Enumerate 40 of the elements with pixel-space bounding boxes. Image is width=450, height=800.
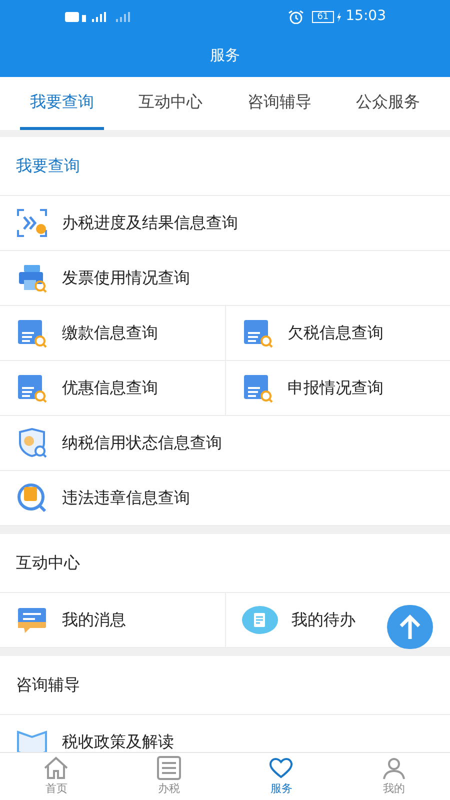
list-icon [156, 756, 182, 780]
section-title: 互动中心 [16, 552, 80, 574]
nav-tab[interactable]: 首页 [0, 753, 112, 800]
section-title: 咨询辅导 [16, 674, 80, 696]
battery-level: 61 [312, 10, 334, 22]
service-item[interactable]: 税收政策及解读 [0, 715, 450, 752]
service-item[interactable]: 违法违章信息查询 [0, 471, 450, 525]
document-search-icon [16, 317, 48, 349]
service-item[interactable]: 缴款信息查询 [0, 306, 224, 360]
clock-time: 15:03 [346, 7, 386, 26]
service-item[interactable]: 优惠信息查询 [0, 361, 224, 415]
person-icon [380, 756, 407, 780]
document-search-icon [242, 317, 274, 349]
nav-tab[interactable]: 我的 [338, 753, 450, 800]
service-item[interactable]: 我的消息 [0, 593, 224, 647]
service-item[interactable]: 申报情况查询 [224, 361, 450, 415]
section-title: 我要查询 [16, 155, 80, 177]
service-item[interactable]: 纳税信用状态信息查询 [0, 416, 450, 470]
shield-search-icon [16, 427, 48, 459]
home-icon [43, 756, 70, 780]
todo-icon [242, 606, 278, 634]
nav-tab[interactable]: 办税 [112, 753, 225, 800]
service-item[interactable]: 发票使用情况查询 [0, 251, 450, 305]
tab[interactable]: 公众服务 [346, 77, 430, 130]
nav-tab[interactable]: 服务 [225, 753, 338, 800]
tab[interactable]: 咨询辅导 [237, 77, 322, 130]
page-title: 服务 [210, 44, 240, 66]
heart-icon [268, 756, 294, 780]
tab[interactable]: 互动中心 [128, 77, 213, 130]
arrow-up-icon [398, 614, 422, 640]
document-search-icon [16, 372, 48, 404]
charging-icon [336, 12, 342, 22]
printer-search-icon [16, 262, 48, 294]
progress-search-icon [16, 207, 48, 239]
service-item[interactable]: 办税进度及结果信息查询 [0, 196, 450, 250]
badge-search-icon [16, 482, 48, 514]
alarm-icon [288, 10, 304, 24]
document-search-icon [242, 372, 274, 404]
tab[interactable]: 我要查询 [20, 77, 104, 130]
service-item[interactable]: 欠税信息查询 [224, 306, 450, 360]
